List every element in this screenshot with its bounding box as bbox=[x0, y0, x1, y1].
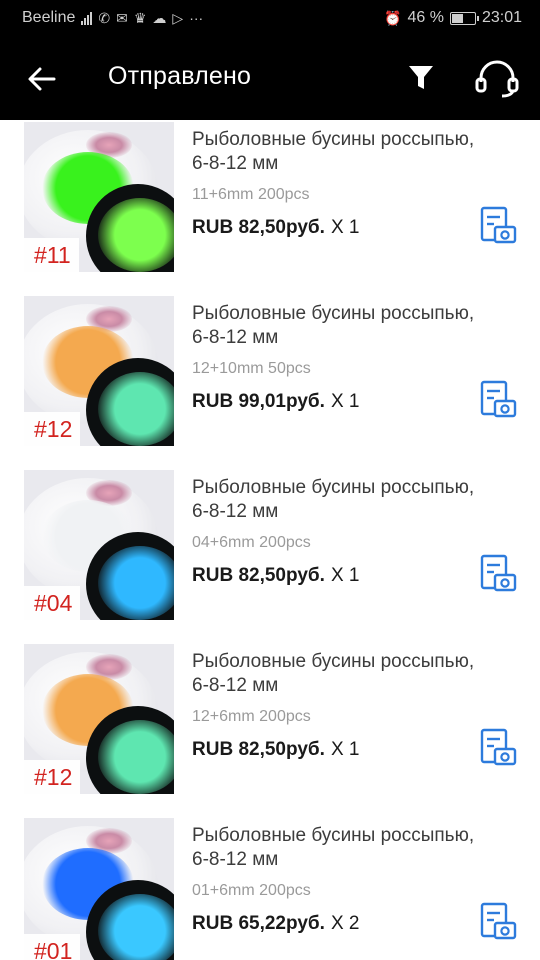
product-variant: 12+6mm 200pcs bbox=[192, 708, 311, 725]
product-price: RUB 82,50руб. bbox=[192, 739, 325, 760]
product-image[interactable]: #04 bbox=[24, 470, 174, 620]
price-line: RUB 82,50руб. X 1 bbox=[192, 217, 359, 239]
product-price: RUB 99,01руб. bbox=[192, 391, 325, 412]
product-name[interactable]: Рыболовные бусины россыпью, 6-8-12 мм bbox=[192, 824, 522, 872]
order-item[interactable]: #11 Рыболовные бусины россыпью, 6-8-12 мм… bbox=[0, 122, 540, 296]
filter-icon[interactable] bbox=[406, 62, 436, 94]
variant-tag: #04 bbox=[24, 586, 81, 620]
order-items-list[interactable]: #11 Рыболовные бусины россыпью, 6-8-12 мм… bbox=[0, 120, 540, 960]
order-item[interactable]: #04 Рыболовные бусины россыпью, 6-8-12 мм… bbox=[0, 470, 540, 644]
cloud-icon: ☁ bbox=[152, 10, 167, 26]
product-image[interactable]: #01 bbox=[24, 818, 174, 960]
status-bar: Beeline ✆ ✉ ♛ ☁ ▷ ··· ⏰ 46 % 23:01 bbox=[0, 0, 540, 38]
product-quantity: X 2 bbox=[330, 913, 360, 934]
variant-tag: #12 bbox=[24, 760, 81, 794]
product-name[interactable]: Рыболовные бусины россыпью, 6-8-12 мм bbox=[192, 302, 522, 350]
photo-review-icon[interactable] bbox=[478, 380, 518, 420]
battery-icon bbox=[449, 11, 479, 25]
price-line: RUB 65,22руб. X 2 bbox=[192, 913, 359, 935]
photo-review-icon[interactable] bbox=[478, 902, 518, 942]
product-name[interactable]: Рыболовные бусины россыпью, 6-8-12 мм bbox=[192, 476, 522, 524]
emblem-icon: ♛ bbox=[133, 10, 147, 26]
headset-icon[interactable] bbox=[474, 60, 520, 98]
price-line: RUB 99,01руб. X 1 bbox=[192, 391, 359, 413]
photo-review-icon[interactable] bbox=[478, 206, 518, 246]
status-right: ⏰ 46 % 23:01 bbox=[384, 9, 522, 27]
product-variant: 11+6mm 200pcs bbox=[192, 186, 310, 203]
variant-tag: #01 bbox=[24, 934, 81, 960]
order-item[interactable]: #01 Рыболовные бусины россыпью, 6-8-12 мм… bbox=[0, 818, 540, 960]
product-image[interactable]: #12 bbox=[24, 296, 174, 446]
play-icon: ▷ bbox=[172, 10, 184, 26]
product-variant: 01+6mm 200pcs bbox=[192, 882, 311, 899]
status-left: Beeline ✆ ✉ ♛ ☁ ▷ ··· bbox=[22, 9, 203, 27]
order-item[interactable]: #12 Рыболовные бусины россыпью, 6-8-12 мм… bbox=[0, 296, 540, 470]
variant-tag: #11 bbox=[24, 238, 79, 272]
battery-level bbox=[451, 13, 463, 23]
variant-tag: #12 bbox=[24, 412, 81, 446]
product-price: RUB 82,50руб. bbox=[192, 565, 325, 586]
product-name[interactable]: Рыболовные бусины россыпью, 6-8-12 мм bbox=[192, 650, 522, 698]
price-line: RUB 82,50руб. X 1 bbox=[192, 739, 359, 761]
product-image[interactable]: #11 bbox=[24, 122, 174, 272]
product-price: RUB 65,22руб. bbox=[192, 913, 325, 934]
photo-review-icon[interactable] bbox=[478, 554, 518, 594]
product-quantity: X 1 bbox=[330, 391, 360, 412]
product-price: RUB 82,50руб. bbox=[192, 217, 325, 238]
top-app-bar: Отправлено bbox=[0, 38, 540, 120]
product-image[interactable]: #12 bbox=[24, 644, 174, 794]
photo-review-icon[interactable] bbox=[478, 728, 518, 768]
alarm-icon: ⏰ bbox=[384, 10, 402, 26]
missed-call-icon: ✆ bbox=[98, 10, 111, 26]
product-variant: 04+6mm 200pcs bbox=[192, 534, 311, 551]
clock: 23:01 bbox=[481, 9, 522, 26]
product-quantity: X 1 bbox=[330, 739, 360, 760]
signal-icon bbox=[81, 11, 93, 25]
product-variant: 12+10mm 50pcs bbox=[192, 360, 311, 377]
battery-percent: 46 % bbox=[407, 9, 444, 26]
more-notifications-icon: ··· bbox=[189, 10, 204, 26]
order-item[interactable]: #12 Рыболовные бусины россыпью, 6-8-12 мм… bbox=[0, 644, 540, 818]
product-quantity: X 1 bbox=[330, 217, 360, 238]
page-title: Отправлено bbox=[108, 62, 252, 90]
carrier-name: Beeline bbox=[22, 9, 76, 26]
product-name[interactable]: Рыболовные бусины россыпью, 6-8-12 мм bbox=[192, 128, 522, 176]
arrow-left-icon[interactable] bbox=[26, 63, 58, 95]
price-line: RUB 82,50руб. X 1 bbox=[192, 565, 359, 587]
message-icon: ✉ bbox=[116, 10, 128, 26]
product-quantity: X 1 bbox=[330, 565, 360, 586]
